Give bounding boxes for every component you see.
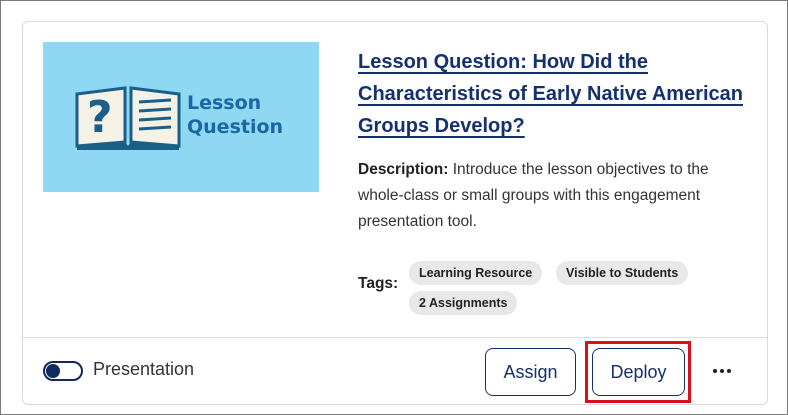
toggle-knob xyxy=(46,364,60,378)
more-dot xyxy=(727,369,731,373)
open-book-question-icon: ? xyxy=(75,86,181,150)
svg-text:?: ? xyxy=(87,92,113,143)
more-dot xyxy=(720,369,724,373)
assign-button[interactable]: Assign xyxy=(485,348,576,396)
deploy-button[interactable]: Deploy xyxy=(592,348,685,396)
more-dot xyxy=(713,369,717,373)
tag-assignments-count: 2 Assignments xyxy=(409,291,518,315)
window-frame: ? Lesson Question Lesson Question: How D… xyxy=(0,0,788,415)
tag-visible-to-students: Visible to Students xyxy=(556,261,689,285)
thumbnail-image[interactable]: ? Lesson Question xyxy=(43,42,319,192)
tag-learning-resource: Learning Resource xyxy=(409,261,543,285)
description-label: Description: xyxy=(358,161,449,178)
presentation-toggle[interactable] xyxy=(43,361,83,381)
thumbnail-line2: Question xyxy=(187,116,284,138)
presentation-toggle-label: Presentation xyxy=(93,359,195,379)
resource-title-link[interactable]: Lesson Question: How Did the Characteris… xyxy=(358,46,758,142)
thumbnail-title: Lesson Question xyxy=(187,91,283,139)
more-horizontal-icon[interactable] xyxy=(707,359,737,383)
thumbnail-line1: Lesson xyxy=(187,92,262,114)
card-divider xyxy=(23,337,767,338)
tags-label: Tags: xyxy=(358,275,399,292)
resource-description: Description: Introduce the lesson object… xyxy=(358,157,758,235)
resource-card: ? Lesson Question Lesson Question: How D… xyxy=(22,21,768,405)
